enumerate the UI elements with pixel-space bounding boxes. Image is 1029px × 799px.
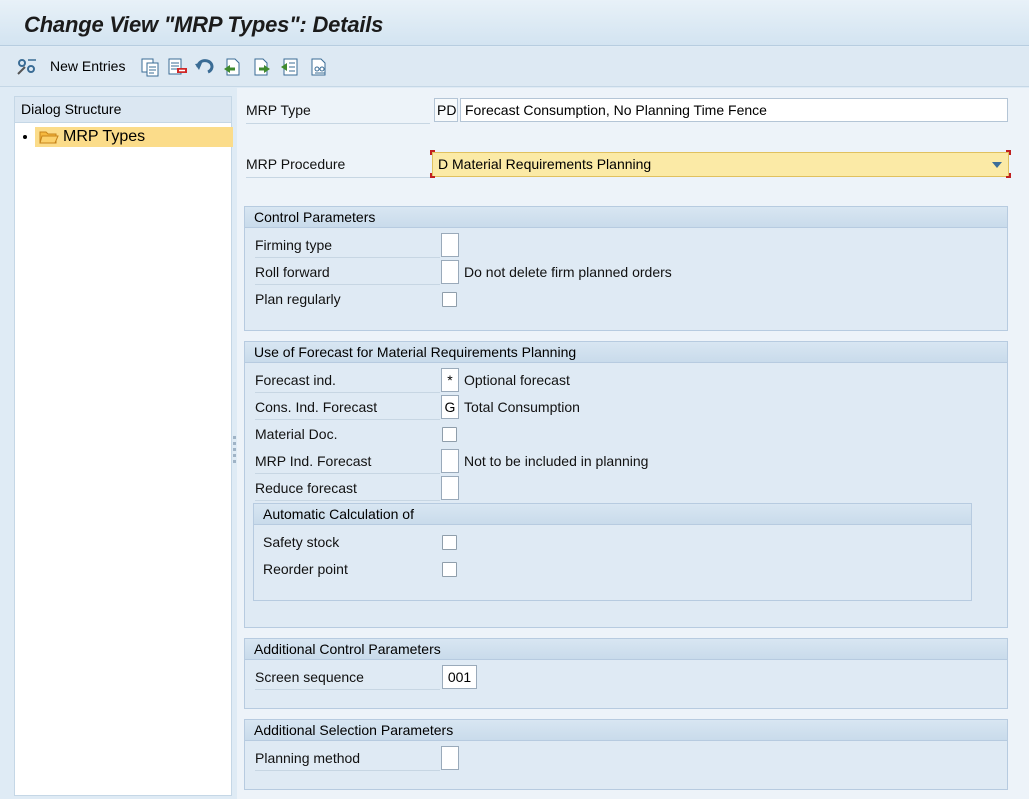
cons-ind-forecast-text: Total Consumption xyxy=(464,399,580,415)
mrp-procedure-label: MRP Procedure xyxy=(246,156,430,178)
tree-bullet-icon xyxy=(23,135,27,139)
reduce-forecast-label: Reduce forecast xyxy=(255,480,440,501)
required-marker xyxy=(1006,173,1011,178)
mrp-ind-forecast-label: MRP Ind. Forecast xyxy=(255,453,440,474)
additional-selection-title: Additional Selection Parameters xyxy=(245,720,1007,741)
tree-item-label: MRP Types xyxy=(63,128,146,145)
folder-open-icon xyxy=(39,131,59,144)
tree-item-selected[interactable]: MRP Types xyxy=(35,127,233,147)
forecast-ind-label: Forecast ind. xyxy=(255,372,440,393)
cons-ind-forecast-label: Cons. Ind. Forecast xyxy=(255,399,440,420)
tree-item-mrp-types[interactable]: MRP Types xyxy=(23,127,233,147)
required-marker xyxy=(430,173,435,178)
mrp-type-key-field[interactable]: PD xyxy=(434,98,458,122)
plan-regularly-label: Plan regularly xyxy=(255,291,341,307)
planning-method-field[interactable] xyxy=(441,746,459,770)
forecast-ind-field[interactable]: * xyxy=(441,368,459,392)
cons-ind-forecast-field[interactable]: G xyxy=(441,395,459,419)
mrp-procedure-dropdown[interactable]: D Material Requirements Planning xyxy=(432,152,1009,177)
delete-icon[interactable] xyxy=(167,57,189,77)
reorder-point-checkbox[interactable] xyxy=(442,562,457,577)
screen-sequence-label: Screen sequence xyxy=(255,669,440,690)
title-bar: Change View "MRP Types": Details xyxy=(0,0,1029,46)
automatic-calculation-group: Automatic Calculation of xyxy=(253,503,972,601)
material-doc-label: Material Doc. xyxy=(255,426,338,442)
firming-type-label: Firming type xyxy=(255,237,440,258)
mrp-ind-forecast-text: Not to be included in planning xyxy=(464,453,649,469)
roll-forward-label: Roll forward xyxy=(255,264,440,285)
required-marker xyxy=(1006,150,1011,155)
mrp-procedure-value: D Material Requirements Planning xyxy=(438,156,652,172)
firming-type-field[interactable] xyxy=(441,233,459,257)
automatic-calculation-title: Automatic Calculation of xyxy=(254,504,971,525)
dropdown-arrow-icon[interactable] xyxy=(992,162,1002,168)
forecast-ind-text: Optional forecast xyxy=(464,372,570,388)
dialog-structure-title: Dialog Structure xyxy=(15,97,231,123)
copy-icon[interactable] xyxy=(140,57,160,77)
application-toolbar: New Entries xyxy=(0,47,1029,87)
material-doc-checkbox[interactable] xyxy=(442,427,457,442)
forecast-group-title: Use of Forecast for Material Requirement… xyxy=(245,342,1007,363)
control-parameters-title: Control Parameters xyxy=(245,207,1007,228)
mrp-type-description-field: Forecast Consumption, No Planning Time F… xyxy=(460,98,1008,122)
mrp-type-label: MRP Type xyxy=(246,102,430,124)
dialog-structure-pane: Dialog Structure MRP Types xyxy=(14,96,233,796)
undo-icon[interactable] xyxy=(194,57,216,77)
print-icon[interactable] xyxy=(309,57,329,77)
roll-forward-text: Do not delete firm planned orders xyxy=(464,264,672,280)
next-entry-icon[interactable] xyxy=(252,57,272,77)
page-title: Change View "MRP Types": Details xyxy=(24,12,384,37)
reduce-forecast-field[interactable] xyxy=(441,476,459,500)
plan-regularly-checkbox[interactable] xyxy=(442,292,457,307)
new-entries-button[interactable]: New Entries xyxy=(50,58,125,78)
required-marker xyxy=(430,150,435,155)
display-change-icon[interactable] xyxy=(16,57,38,77)
roll-forward-field[interactable] xyxy=(441,260,459,284)
safety-stock-checkbox[interactable] xyxy=(442,535,457,550)
screen-sequence-field[interactable]: 001 xyxy=(442,665,477,689)
previous-entry-icon[interactable] xyxy=(222,57,242,77)
mrp-ind-forecast-field[interactable] xyxy=(441,449,459,473)
additional-control-title: Additional Control Parameters xyxy=(245,639,1007,660)
safety-stock-label: Safety stock xyxy=(263,534,340,550)
planning-method-label: Planning method xyxy=(255,750,440,771)
reorder-point-label: Reorder point xyxy=(263,561,348,577)
select-all-icon[interactable] xyxy=(280,57,300,77)
